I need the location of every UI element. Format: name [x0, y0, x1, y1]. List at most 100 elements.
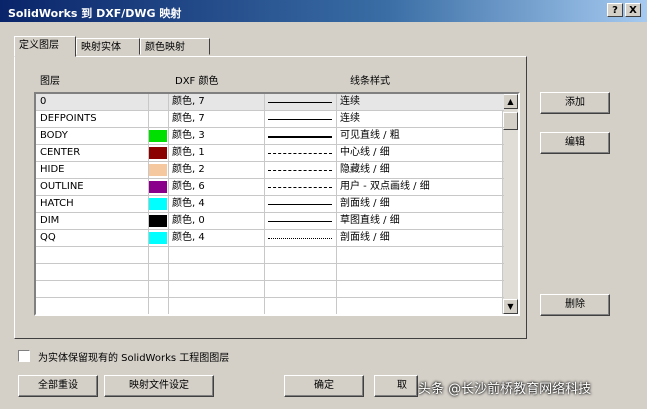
- line-style: 草图直线 / 细: [340, 215, 400, 226]
- window-title: SolidWorks 到 DXF/DWG 映射: [8, 7, 182, 20]
- column-divider: [336, 111, 337, 127]
- col-header-line-style: 线条样式: [350, 76, 390, 87]
- layer-name: 0: [40, 96, 47, 107]
- scroll-up-arrow-icon[interactable]: ▲: [503, 94, 518, 109]
- dxf-color: 颜色, 7: [172, 113, 205, 124]
- column-divider: [168, 230, 169, 246]
- column-divider: [264, 94, 265, 110]
- column-divider: [168, 162, 169, 178]
- column-divider: [336, 298, 337, 314]
- line-style: 隐藏线 / 细: [340, 164, 390, 175]
- help-button[interactable]: ?: [607, 3, 623, 17]
- keep-layers-checkbox[interactable]: [18, 350, 30, 362]
- column-divider: [264, 196, 265, 212]
- line-style: 剖面线 / 细: [340, 198, 390, 209]
- color-swatch: [149, 215, 167, 227]
- watermark: 头条 @长沙前桥教育网络科技: [418, 382, 592, 397]
- line-preview: [268, 187, 332, 188]
- column-divider: [336, 162, 337, 178]
- table-row[interactable]: HATCH 颜色, 4 剖面线 / 细: [36, 196, 504, 213]
- table-row[interactable]: 0 颜色, 7 连续: [36, 94, 504, 111]
- color-swatch: [149, 181, 167, 193]
- add-button[interactable]: 添加: [540, 92, 610, 114]
- table-row[interactable]: BODY 颜色, 3 可见直线 / 粗: [36, 128, 504, 145]
- title-bar: SolidWorks 到 DXF/DWG 映射 ? X: [0, 0, 647, 22]
- column-divider: [148, 247, 149, 263]
- tab-color-map[interactable]: 颜色映射: [140, 38, 210, 55]
- column-divider: [168, 247, 169, 263]
- column-divider: [336, 247, 337, 263]
- layer-name: HIDE: [40, 164, 65, 175]
- line-style: 可见直线 / 粗: [340, 130, 400, 141]
- color-swatch: [149, 198, 167, 210]
- column-divider: [264, 111, 265, 127]
- cancel-button[interactable]: 取: [374, 375, 418, 397]
- column-divider: [264, 179, 265, 195]
- scroll-thumb[interactable]: [503, 112, 518, 130]
- table-row[interactable]: DEFPOINTS 颜色, 7 连续: [36, 111, 504, 128]
- scroll-down-arrow-icon[interactable]: ▼: [503, 299, 518, 314]
- column-divider: [148, 281, 149, 297]
- tab-map-entities[interactable]: 映射实体: [76, 38, 140, 55]
- table-row[interactable]: DIM 颜色, 0 草图直线 / 细: [36, 213, 504, 230]
- dxf-color: 颜色, 4: [172, 232, 205, 243]
- column-divider: [336, 179, 337, 195]
- layer-name: DIM: [40, 215, 60, 226]
- close-button[interactable]: X: [625, 3, 641, 17]
- color-swatch: [149, 130, 167, 142]
- column-divider: [148, 111, 149, 127]
- line-preview: [268, 221, 332, 222]
- layer-list[interactable]: ▲ ▼ 0 颜色, 7 连续 DEFPOINTS 颜色, 7 连续 BODY 颜色, 3 可见直…: [34, 92, 520, 316]
- column-divider: [336, 264, 337, 280]
- line-preview: [268, 136, 332, 138]
- layer-name: CENTER: [40, 147, 81, 158]
- dxf-color: 颜色, 0: [172, 215, 205, 226]
- table-row: [36, 264, 504, 281]
- layer-name: HATCH: [40, 198, 74, 209]
- table-row[interactable]: CENTER 颜色, 1 中心线 / 细: [36, 145, 504, 162]
- column-divider: [148, 94, 149, 110]
- column-divider: [168, 145, 169, 161]
- column-divider: [336, 94, 337, 110]
- column-divider: [264, 230, 265, 246]
- table-row: [36, 247, 504, 264]
- delete-button[interactable]: 删除: [540, 294, 610, 316]
- line-style: 中心线 / 细: [340, 147, 390, 158]
- column-divider: [168, 264, 169, 280]
- column-divider: [264, 128, 265, 144]
- reset-all-button[interactable]: 全部重设: [18, 375, 98, 397]
- col-header-dxf-color: DXF 颜色: [175, 76, 219, 87]
- table-row[interactable]: HIDE 颜色, 2 隐藏线 / 细: [36, 162, 504, 179]
- table-row: [36, 281, 504, 298]
- color-swatch: [149, 147, 167, 159]
- edit-button[interactable]: 编辑: [540, 132, 610, 154]
- mapping-file-settings-button[interactable]: 映射文件设定: [104, 375, 214, 397]
- column-divider: [168, 298, 169, 314]
- column-divider: [168, 281, 169, 297]
- column-divider: [264, 162, 265, 178]
- line-preview: [268, 238, 332, 239]
- line-style: 用户 - 双点画线 / 细: [340, 181, 430, 192]
- column-divider: [168, 128, 169, 144]
- column-divider: [336, 230, 337, 246]
- table-row: [36, 298, 504, 314]
- dxf-color: 颜色, 4: [172, 198, 205, 209]
- line-preview: [268, 119, 332, 120]
- column-divider: [264, 264, 265, 280]
- line-style: 连续: [340, 113, 360, 124]
- column-divider: [168, 179, 169, 195]
- column-divider: [336, 213, 337, 229]
- line-preview: [268, 204, 332, 205]
- keep-layers-label: 为实体保留现有的 SolidWorks 工程图图层: [38, 353, 230, 364]
- list-scrollbar[interactable]: ▲ ▼: [502, 94, 518, 314]
- dxf-color: 颜色, 7: [172, 96, 205, 107]
- ok-button[interactable]: 确定: [284, 375, 364, 397]
- column-divider: [168, 111, 169, 127]
- tab-define-layers[interactable]: 定义图层: [14, 36, 76, 57]
- table-row[interactable]: OUTLINE 颜色, 6 用户 - 双点画线 / 细: [36, 179, 504, 196]
- table-row[interactable]: QQ 颜色, 4 剖面线 / 细: [36, 230, 504, 247]
- col-header-layer: 图层: [40, 76, 60, 87]
- dxf-color: 颜色, 1: [172, 147, 205, 158]
- column-divider: [168, 213, 169, 229]
- column-divider: [336, 281, 337, 297]
